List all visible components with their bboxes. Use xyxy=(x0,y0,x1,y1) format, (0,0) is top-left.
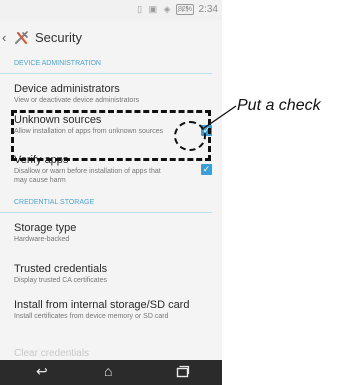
setting-subtitle: Hardware-backed xyxy=(14,236,70,243)
navigation-bar: ↩ ⌂ xyxy=(0,360,222,385)
checkbox-highlight-circle xyxy=(174,121,206,151)
section-header-credential-storage: CREDENTIAL STORAGE xyxy=(0,195,212,213)
settings-list: DEVICE ADMINISTRATION Device administrat… xyxy=(0,56,222,363)
setting-title: Trusted credentials xyxy=(14,263,108,275)
callout-text: Put a check xyxy=(237,97,321,114)
setting-install-from-storage[interactable]: Install from internal storage/SD card In… xyxy=(0,296,222,343)
setting-trusted-credentials[interactable]: Trusted credentials Display trusted CA c… xyxy=(0,255,222,296)
setting-title: Device administrators xyxy=(14,83,120,95)
chevron-left-icon[interactable]: ‹ xyxy=(2,30,6,45)
setting-subtitle: View or deactivate device administrators xyxy=(14,97,140,104)
setting-title: Storage type xyxy=(14,222,77,234)
setting-subtitle: Install certificates from device memory … xyxy=(14,313,169,320)
back-arrow-icon[interactable]: ↩ xyxy=(36,363,48,380)
setting-subtitle: Disallow or warn before installation of … xyxy=(14,168,161,184)
recents-icon[interactable] xyxy=(176,365,190,381)
home-icon[interactable]: ⌂ xyxy=(104,363,112,379)
verify-apps-checkbox[interactable]: ✓ xyxy=(201,164,212,175)
section-header-device-admin: DEVICE ADMINISTRATION xyxy=(0,56,212,74)
setting-title: Clear credentials xyxy=(14,348,90,359)
battery-level: 82% xyxy=(176,4,195,15)
settings-gear-icon xyxy=(14,31,28,45)
setting-title: Install from internal storage/SD card xyxy=(14,299,190,311)
setting-storage-type[interactable]: Storage type Hardware-backed xyxy=(0,213,222,255)
setting-subtitle: Display trusted CA certificates xyxy=(14,277,107,284)
phone-screen: ▯ ▣ ◈ .ıl 2:34 82% ‹ Security DEVICE ADM… xyxy=(0,0,222,385)
page-title: Security xyxy=(35,30,82,45)
setting-device-administrators[interactable]: Device administrators View or deactivate… xyxy=(0,74,222,112)
status-time: 2:34 xyxy=(198,4,218,15)
action-bar: ‹ Security xyxy=(0,20,222,56)
recents-glyph xyxy=(176,365,190,378)
